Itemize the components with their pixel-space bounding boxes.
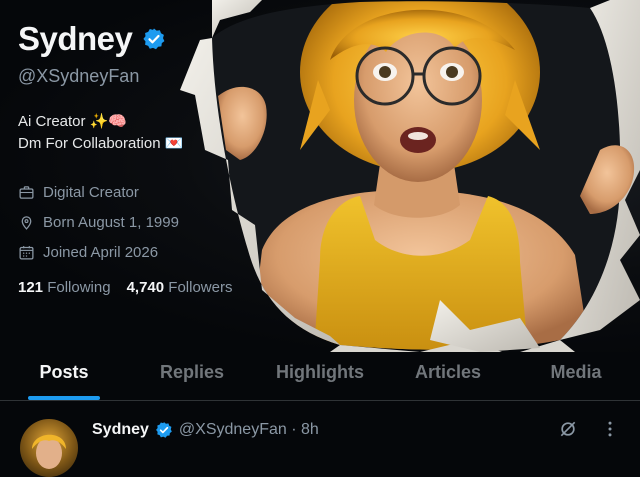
profile-handle: @XSydneyFan xyxy=(18,66,140,86)
tab-articles[interactable]: Articles xyxy=(384,352,512,398)
profile-tabs: Posts Replies Highlights Articles Media xyxy=(0,352,640,400)
post-item[interactable]: Sydney @XSydneyFan · 8h xyxy=(0,401,640,477)
post-handle-time: @XSydneyFan · 8h xyxy=(178,421,319,438)
tab-replies[interactable]: Replies xyxy=(128,352,256,398)
location-pin-icon xyxy=(21,215,32,230)
followers-label: Followers xyxy=(168,279,233,296)
followers-link[interactable]: 4,740 Followers xyxy=(127,279,233,296)
post-header: Sydney @XSydneyFan · 8h xyxy=(92,421,319,439)
category-text: Digital Creator xyxy=(43,183,139,201)
follow-counts: 121 Following 4,740 Followers xyxy=(18,279,232,296)
verified-badge-icon xyxy=(155,422,172,438)
following-link[interactable]: 121 Following xyxy=(18,279,111,296)
profile-meta: Digital Creator Born August 1, 1999 Join… xyxy=(18,177,232,267)
profile-bio: Ai Creator ✨🧠 Dm For Collaboration 💌 xyxy=(18,111,232,155)
followers-count: 4,740 xyxy=(126,279,165,296)
joined-text: Joined April 2026 xyxy=(43,243,159,261)
bio-line: Ai Creator ✨🧠 xyxy=(18,113,128,130)
following-count: 121 xyxy=(18,279,44,296)
born-row: Born August 1, 1999 xyxy=(18,207,232,237)
tab-highlights[interactable]: Highlights xyxy=(256,352,384,398)
grok-icon[interactable] xyxy=(558,419,578,439)
tab-posts[interactable]: Posts xyxy=(0,352,128,400)
briefcase-icon xyxy=(19,185,34,199)
verified-badge-icon xyxy=(143,28,165,50)
post-author-name[interactable]: Sydney xyxy=(92,421,149,439)
profile-name: Sydney xyxy=(18,20,133,57)
bio-line: Dm For Collaboration 💌 xyxy=(18,135,184,152)
post-actions xyxy=(558,419,620,439)
tab-media[interactable]: Media xyxy=(512,352,640,398)
born-text: Born August 1, 1999 xyxy=(43,213,179,231)
joined-row: Joined April 2026 xyxy=(18,237,232,267)
category-row: Digital Creator xyxy=(18,177,232,207)
calendar-icon xyxy=(19,245,34,260)
following-label: Following xyxy=(47,279,111,296)
profile-info: Sydney @XSydneyFan Ai Creator ✨🧠 Dm For … xyxy=(18,18,232,296)
avatar[interactable] xyxy=(20,419,78,477)
more-options-icon[interactable] xyxy=(600,419,620,439)
